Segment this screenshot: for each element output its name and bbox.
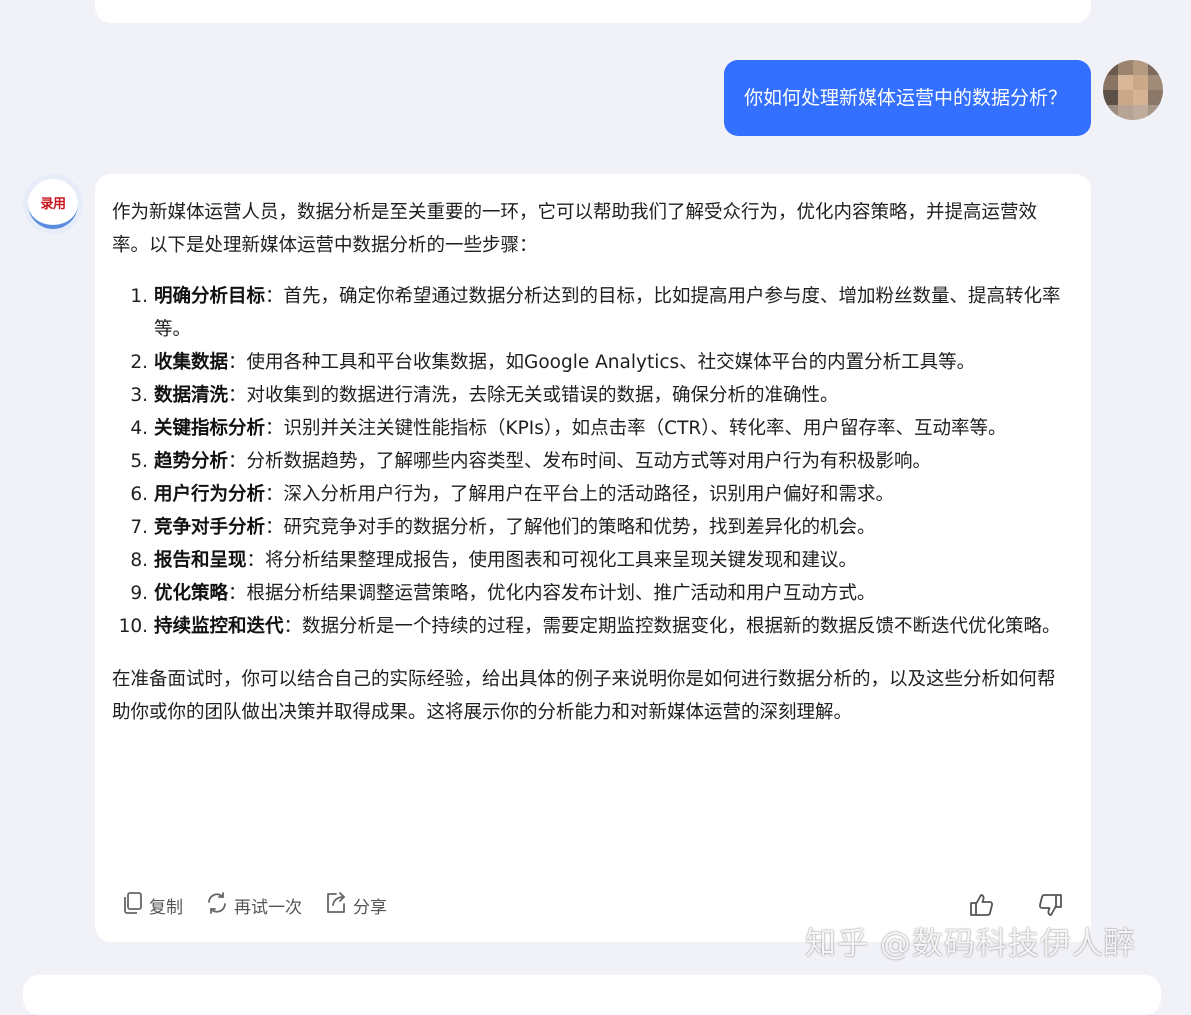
list-item: 4. 关键指标分析：识别并关注关键性能指标（KPIs），如点击率（CTR）、转化率… <box>112 412 1073 445</box>
step-description: ：根据分析结果调整运营策略，优化内容发布计划、推广活动和用户互动方式。 <box>228 583 876 604</box>
user-avatar[interactable] <box>1103 60 1163 120</box>
bot-answer-card: 作为新媒体运营人员，数据分析是至关重要的一环，它可以帮助我们了解受众行为，优化内… <box>95 174 1091 942</box>
thumbs-down-button[interactable] <box>1016 891 1064 919</box>
next-message-card <box>23 975 1161 1015</box>
thumbs-up-button[interactable] <box>948 891 996 919</box>
step-term: 持续监控和迭代 <box>154 616 284 637</box>
step-description: ：研究竞争对手的数据分析，了解他们的策略和优势，找到差异化的机会。 <box>265 517 876 538</box>
step-number: 4. <box>130 418 148 439</box>
step-description: ：对收集到的数据进行清洗，去除无关或错误的数据，确保分析的准确性。 <box>228 385 839 406</box>
step-description: ：将分析结果整理成报告，使用图表和可视化工具来呈现关键发现和建议。 <box>246 550 858 571</box>
share-button[interactable]: 分享 <box>324 891 387 920</box>
copy-label: 复制 <box>149 897 183 918</box>
user-message-row: 你如何处理新媒体运营中的数据分析？ <box>723 60 1163 136</box>
step-number: 6. <box>130 484 148 505</box>
list-item: 3. 数据清洗：对收集到的数据进行清洗，去除无关或错误的数据，确保分析的准确性。 <box>112 379 1073 412</box>
step-number: 1. <box>130 286 148 307</box>
step-number: 2. <box>130 352 148 373</box>
step-term: 优化策略 <box>154 583 229 604</box>
list-item: 10. 持续监控和迭代：数据分析是一个持续的过程，需要定期监控数据变化，根据新的数… <box>112 610 1073 643</box>
step-description: ：数据分析是一个持续的过程，需要定期监控数据变化，根据新的数据反馈不断迭代优化策… <box>283 616 1061 637</box>
thumbs-down-icon <box>1036 891 1064 919</box>
step-number: 9. <box>130 583 148 604</box>
copy-button[interactable]: 复制 <box>122 891 183 920</box>
feedback-group <box>928 891 1064 919</box>
step-term: 收集数据 <box>154 352 229 373</box>
watermark: 知乎 @数码科技伊人醉 <box>805 926 1136 962</box>
step-number: 3. <box>130 385 148 406</box>
list-item: 8. 报告和呈现：将分析结果整理成报告，使用图表和可视化工具来呈现关键发现和建议。 <box>112 544 1073 577</box>
refresh-icon <box>205 891 234 920</box>
step-number: 10. <box>118 616 148 637</box>
list-item: 9. 优化策略：根据分析结果调整运营策略，优化内容发布计划、推广活动和用户互动方式… <box>112 577 1073 610</box>
step-description: ：识别并关注关键性能指标（KPIs），如点击率（CTR）、转化率、用户留存率、互… <box>265 418 1007 439</box>
user-message-bubble: 你如何处理新媒体运营中的数据分析？ <box>723 60 1091 136</box>
list-item: 5. 趋势分析：分析数据趋势，了解哪些内容类型、发布时间、互动方式等对用户行为有积… <box>112 445 1073 478</box>
share-icon <box>324 891 353 920</box>
list-item: 7. 竞争对手分析：研究竞争对手的数据分析，了解他们的策略和优势，找到差异化的机会… <box>112 511 1073 544</box>
answer-intro: 作为新媒体运营人员，数据分析是至关重要的一环，它可以帮助我们了解受众行为，优化内… <box>112 202 1038 256</box>
bot-avatar-logo: 录用 <box>28 179 78 229</box>
step-term: 报告和呈现 <box>154 550 247 571</box>
bot-avatar: 录用 <box>23 174 83 234</box>
step-term: 用户行为分析 <box>154 484 266 505</box>
step-term: 竞争对手分析 <box>154 517 266 538</box>
list-item: 1. 明确分析目标：首先，确定你希望通过数据分析达到的目标，比如提高用户参与度、增… <box>112 280 1073 346</box>
step-number: 5. <box>130 451 148 472</box>
step-description: ：深入分析用户行为，了解用户在平台上的活动路径，识别用户偏好和需求。 <box>265 484 895 505</box>
step-term: 数据清洗 <box>154 385 229 406</box>
step-description: ：分析数据趋势，了解哪些内容类型、发布时间、互动方式等对用户行为有积极影响。 <box>228 451 932 472</box>
step-number: 8. <box>130 550 148 571</box>
previous-message-card <box>95 0 1091 23</box>
step-term: 明确分析目标 <box>154 286 266 307</box>
step-term: 关键指标分析 <box>154 418 266 439</box>
share-label: 分享 <box>353 897 387 918</box>
step-description: ：使用各种工具和平台收集数据，如Google Analytics、社交媒体平台的… <box>228 352 976 373</box>
copy-icon <box>122 891 149 920</box>
step-description: ：首先，确定你希望通过数据分析达到的目标，比如提高用户参与度、增加粉丝数量、提高… <box>154 286 1061 340</box>
answer-step-list: 1. 明确分析目标：首先，确定你希望通过数据分析达到的目标，比如提高用户参与度、增… <box>112 280 1073 643</box>
list-item: 2. 收集数据：使用各种工具和平台收集数据，如Google Analytics、社… <box>112 346 1073 379</box>
retry-label: 再试一次 <box>234 897 302 918</box>
step-number: 7. <box>130 517 148 538</box>
answer-conclusion: 在准备面试时，你可以结合自己的实际经验，给出具体的例子来说明你是如何进行数据分析… <box>112 669 1056 723</box>
thumbs-up-icon <box>968 891 996 919</box>
retry-button[interactable]: 再试一次 <box>205 891 302 920</box>
step-term: 趋势分析 <box>154 451 229 472</box>
list-item: 6. 用户行为分析：深入分析用户行为，了解用户在平台上的活动路径，识别用户偏好和需… <box>112 478 1073 511</box>
